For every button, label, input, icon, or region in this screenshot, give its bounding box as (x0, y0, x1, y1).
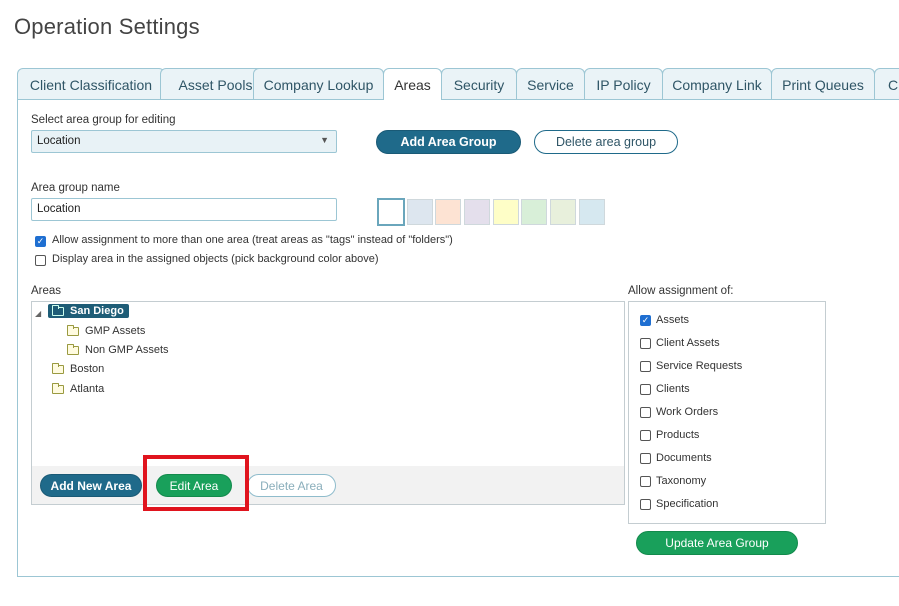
work-orders-checkbox[interactable] (640, 407, 651, 418)
display-area-checkbox[interactable] (35, 255, 46, 266)
tab-areas[interactable]: Areas (383, 68, 442, 100)
color-swatch[interactable] (435, 199, 461, 225)
specification-label: Specification (656, 498, 719, 510)
products-checkbox[interactable] (640, 430, 651, 441)
tab-bar: Client Classification Asset Pools Compan… (17, 68, 899, 100)
tree-item-label: Non GMP Assets (85, 344, 169, 356)
client-assets-checkbox[interactable] (640, 338, 651, 349)
tab-service[interactable]: Service (516, 68, 585, 100)
allow-multiple-areas-checkbox[interactable]: ✓ (35, 236, 46, 247)
page-title: Operation Settings (14, 14, 200, 39)
tab-company-link[interactable]: Company Link (662, 68, 772, 100)
color-swatch[interactable] (377, 198, 405, 226)
delete-area-group-button[interactable]: Delete area group (534, 130, 678, 154)
color-swatch[interactable] (579, 199, 605, 225)
area-group-name-input[interactable]: Location (31, 198, 337, 221)
assets-checkbox[interactable]: ✓ (640, 315, 651, 326)
tree-item-label: GMP Assets (85, 325, 146, 337)
tab-client-classification[interactable]: Client Classification (17, 68, 165, 100)
folder-icon (52, 382, 64, 394)
products-label: Products (656, 429, 700, 441)
clients-label: Clients (656, 383, 690, 395)
folder-icon (52, 362, 64, 374)
taxonomy-checkbox[interactable] (640, 476, 651, 487)
specification-checkbox[interactable] (640, 499, 651, 510)
allow-multiple-areas-label: Allow assignment to more than one area (… (52, 234, 453, 246)
tab-ip-policy[interactable]: IP Policy (584, 68, 663, 100)
tab-company-lookup[interactable]: Company Lookup (253, 68, 384, 100)
select-area-group-label: Select area group for editing (31, 114, 176, 126)
color-swatch[interactable] (407, 199, 433, 225)
work-orders-label: Work Orders (656, 406, 719, 418)
tree-item-boston[interactable]: Boston (52, 362, 105, 375)
allow-assignment-label: Allow assignment of: (628, 285, 734, 297)
add-area-group-button[interactable]: Add Area Group (376, 130, 521, 154)
service-requests-label: Service Requests (656, 360, 743, 372)
chevron-down-icon: ▼ (320, 135, 329, 145)
tree-item-gmp-assets[interactable]: GMP Assets (67, 324, 146, 337)
tab-print-queues[interactable]: Print Queues (771, 68, 875, 100)
color-swatch[interactable] (493, 199, 519, 225)
update-area-group-button[interactable]: Update Area Group (636, 531, 798, 555)
color-swatch[interactable] (464, 199, 490, 225)
folder-icon (67, 324, 79, 336)
documents-label: Documents (656, 452, 712, 464)
assets-label: Assets (656, 314, 690, 326)
folder-icon (67, 343, 79, 355)
clients-checkbox[interactable] (640, 384, 651, 395)
add-new-area-button[interactable]: Add New Area (40, 474, 142, 497)
delete-area-button[interactable]: Delete Area (247, 474, 336, 497)
highlight-box (143, 455, 249, 511)
display-area-label: Display area in the assigned objects (pi… (52, 253, 379, 265)
taxonomy-label: Taxonomy (656, 475, 707, 487)
area-group-name-label: Area group name (31, 182, 120, 194)
tab-ch[interactable]: Ch (874, 68, 899, 100)
collapse-triangle-icon[interactable]: ◢ (35, 309, 41, 318)
area-group-select[interactable]: Location ▼ (31, 130, 337, 153)
areas-label: Areas (31, 285, 62, 297)
tab-security[interactable]: Security (441, 68, 517, 100)
folder-icon (52, 304, 64, 316)
tree-item-label: Atlanta (70, 383, 105, 395)
color-swatch[interactable] (521, 199, 547, 225)
color-swatch[interactable] (550, 199, 576, 225)
client-assets-label: Client Assets (656, 337, 720, 349)
tree-item-atlanta[interactable]: Atlanta (52, 382, 105, 395)
documents-checkbox[interactable] (640, 453, 651, 464)
tree-item-label: San Diego (70, 305, 124, 317)
area-group-select-value: Location (37, 135, 81, 147)
service-requests-checkbox[interactable] (640, 361, 651, 372)
tree-item-non-gmp-assets[interactable]: Non GMP Assets (67, 343, 169, 356)
tree-item-san-diego[interactable]: San Diego (48, 304, 129, 318)
tree-item-label: Boston (70, 363, 105, 375)
